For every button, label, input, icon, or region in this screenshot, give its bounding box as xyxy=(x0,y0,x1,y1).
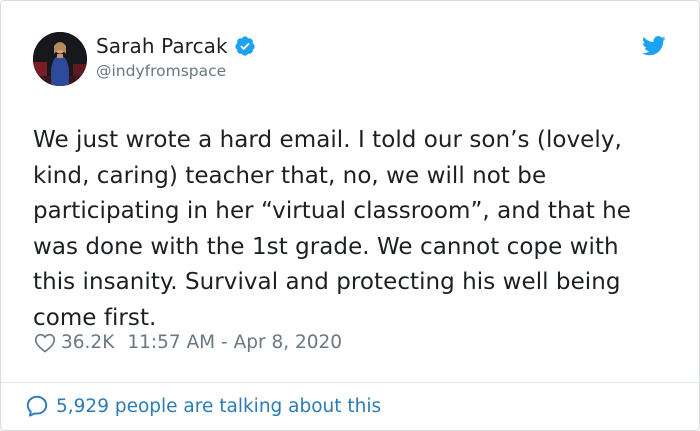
conversation-link[interactable]: 5,929 people are talking about this xyxy=(25,394,381,418)
tweet-card: Sarah Parcak @indyfromspace We just wrot… xyxy=(0,0,700,431)
verified-badge-icon xyxy=(235,36,255,56)
heart-icon[interactable] xyxy=(34,333,56,353)
timestamp[interactable]: 11:57 AM - Apr 8, 2020 xyxy=(127,332,342,353)
conversation-label: 5,929 people are talking about this xyxy=(56,395,382,417)
avatar[interactable] xyxy=(33,32,87,86)
like-count[interactable]: 36.2K xyxy=(61,332,114,353)
divider xyxy=(1,382,699,383)
handle[interactable]: @indyfromspace xyxy=(96,62,226,80)
twitter-bird-icon[interactable] xyxy=(642,36,666,56)
tweet-meta: 36.2K 11:57 AM - Apr 8, 2020 xyxy=(34,332,342,353)
name-row: Sarah Parcak xyxy=(96,34,256,58)
tweet-header: Sarah Parcak @indyfromspace xyxy=(33,32,667,88)
speech-bubble-icon xyxy=(26,395,48,417)
display-name[interactable]: Sarah Parcak xyxy=(96,34,228,58)
tweet-text: We just wrote a hard email. I told our s… xyxy=(33,127,632,331)
